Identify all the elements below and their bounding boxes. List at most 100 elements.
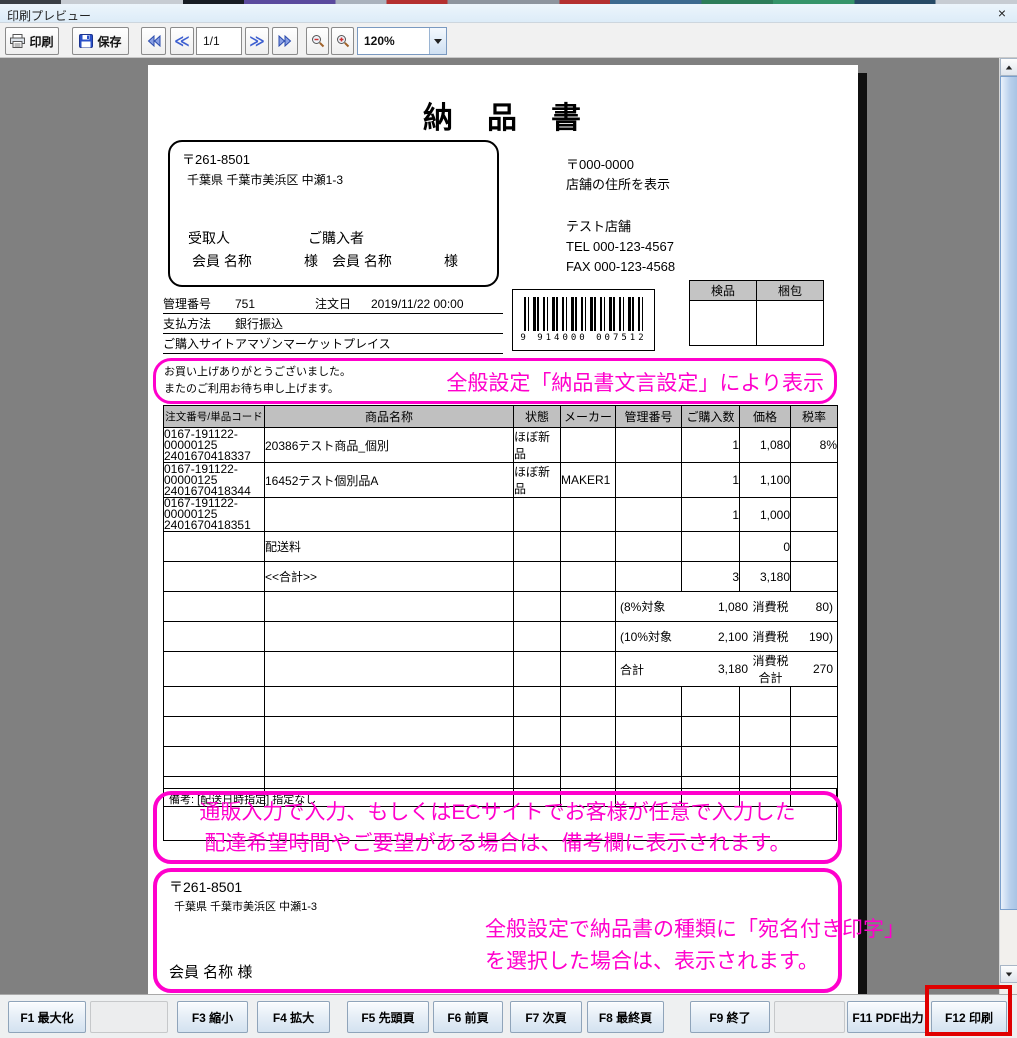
order-info-row: ご購入サイト アマゾンマーケットプレイス xyxy=(163,334,503,354)
footer-address: 千葉県 千葉市美浜区 中瀬1-3 xyxy=(174,898,317,914)
scrollbar-down-button[interactable] xyxy=(1000,965,1017,983)
items-table-row: (10%対象2,100消費税190) xyxy=(164,622,838,652)
zoom-dropdown-button[interactable] xyxy=(429,28,446,54)
zoom-in-button[interactable] xyxy=(331,27,354,55)
cell-price xyxy=(740,747,791,777)
items-table: 注文番号/単品コード商品名称状態メーカー管理番号ご購入数価格税率 0167-19… xyxy=(163,405,838,807)
last-page-button[interactable] xyxy=(272,27,298,55)
cell-quantity xyxy=(682,687,740,717)
cell-price: 1,000 xyxy=(740,498,791,532)
floppy-disk-icon xyxy=(79,34,93,48)
fkey-button-f9[interactable]: F9 終了 xyxy=(690,1001,770,1033)
cell-order-code: 0167-191122-00000125 2401670418344 xyxy=(164,463,265,498)
cell-product-name: <<合計>> xyxy=(265,562,514,592)
sum-taxamount: 190) xyxy=(793,630,837,644)
scrollbar-thumb[interactable] xyxy=(1000,76,1017,910)
cell-maker xyxy=(561,622,616,652)
purchase-site-label: ご購入サイト xyxy=(163,335,235,352)
cell-state xyxy=(514,562,561,592)
zoom-in-icon xyxy=(336,34,350,48)
next-page-button[interactable]: ≫ xyxy=(245,27,269,55)
fkey-button-f8[interactable]: F8 最終頁 xyxy=(587,1001,664,1033)
remarks-annotation-line1: 通販入力で入力、もしくはECサイトでお客様が任意で入力した xyxy=(157,797,838,828)
sum-label: 合計 xyxy=(616,661,692,678)
remarks-annotation-box: 通販入力で入力、もしくはECサイトでお客様が任意で入力した 配達希望時間やご要望… xyxy=(153,791,842,864)
cell-tax-rate xyxy=(791,562,838,592)
zoom-level-value: 120% xyxy=(358,34,429,48)
cell-maker xyxy=(561,592,616,622)
cell-state xyxy=(514,592,561,622)
mgmt-number-value: 751 xyxy=(235,297,315,311)
cell-order-code xyxy=(164,562,265,592)
items-column-header: 商品名称 xyxy=(265,406,514,428)
cell-quantity xyxy=(682,717,740,747)
cell-order-code xyxy=(164,687,265,717)
page-indicator-input[interactable] xyxy=(196,27,242,55)
cell-product-name xyxy=(265,717,514,747)
cell-maker xyxy=(561,498,616,532)
save-button[interactable]: 保存 xyxy=(72,27,129,55)
zoom-level-combobox[interactable]: 120% xyxy=(357,27,447,55)
cell-tax-rate xyxy=(791,463,838,498)
fkey-button-f5[interactable]: F5 先頭頁 xyxy=(347,1001,429,1033)
items-table-row: 配送料 0 xyxy=(164,532,838,562)
thanks-message-line1: お買い上げありがとうございました。 xyxy=(164,364,351,381)
zoom-out-button[interactable] xyxy=(306,27,329,55)
cell-product-name: 20386テスト商品_個別 xyxy=(265,428,514,463)
fkey-button-f1[interactable]: F1 最大化 xyxy=(8,1001,86,1033)
cell-state xyxy=(514,747,561,777)
cell-maker xyxy=(561,687,616,717)
cell-price: 0 xyxy=(740,532,791,562)
cell-product-name xyxy=(265,498,514,532)
vertical-scrollbar[interactable] xyxy=(999,58,1017,994)
first-page-button[interactable] xyxy=(141,27,166,55)
fkey-button-f11[interactable]: F11 PDF出力 xyxy=(847,1001,929,1033)
cell-tax-rate xyxy=(791,532,838,562)
print-button-label: 印刷 xyxy=(29,33,53,50)
footer-member-name: 会員 名称 様 xyxy=(169,961,252,982)
store-tel: TEL 000-123-4567 xyxy=(566,237,675,257)
sum-taxlabel: 消費税 xyxy=(748,598,793,615)
first-page-icon xyxy=(147,35,161,47)
store-fax: FAX 000-123-4568 xyxy=(566,257,675,277)
sum-label: (10%対象 xyxy=(616,628,692,645)
prev-page-button[interactable]: ≪ xyxy=(170,27,194,55)
order-date-label: 注文日 xyxy=(315,295,371,312)
cell-price: 3,180 xyxy=(740,562,791,592)
window-title: 印刷プレビュー xyxy=(7,7,91,24)
cell-state xyxy=(514,652,561,687)
cell-order-code: 0167-191122-00000125 2401670418351 xyxy=(164,498,265,532)
sum-taxlabel: 消費税 xyxy=(748,628,793,645)
cell-product-name xyxy=(265,622,514,652)
print-button[interactable]: 印刷 xyxy=(5,27,59,55)
items-table-row xyxy=(164,687,838,717)
recipient-address: 千葉県 千葉市美浜区 中瀬1-3 xyxy=(187,171,343,188)
cell-mgmt-number xyxy=(616,532,682,562)
scrollbar-up-button[interactable] xyxy=(1000,58,1017,76)
cell-price xyxy=(740,717,791,747)
remarks-annotation-line2: 配達希望時間やご要望がある場合は、備考欄に表示されます。 xyxy=(157,828,838,859)
cell-product-name xyxy=(265,592,514,622)
close-icon[interactable]: × xyxy=(993,5,1011,22)
store-address-note: 店舗の住所を表示 xyxy=(566,175,670,195)
packing-cell xyxy=(757,301,824,346)
cell-maker xyxy=(561,747,616,777)
cell-state: ほぼ新品 xyxy=(514,428,561,463)
cell-state xyxy=(514,532,561,562)
fkey-button-f4[interactable]: F4 拡大 xyxy=(257,1001,330,1033)
sum-amount: 1,080 xyxy=(692,600,748,614)
cell-maker xyxy=(561,428,616,463)
cell-tax-rate: 8% xyxy=(791,428,838,463)
sum-taxamount: 80) xyxy=(793,600,837,614)
message-annotation-box: お買い上げありがとうございました。 またのご利用お待ち申し上げます。 全般設定「… xyxy=(153,358,837,404)
fkey-button-f7[interactable]: F7 次頁 xyxy=(510,1001,582,1033)
items-column-header: メーカー xyxy=(561,406,616,428)
payment-method-value: 銀行振込 xyxy=(235,315,503,332)
cell-mgmt-number xyxy=(616,747,682,777)
last-page-icon xyxy=(278,35,292,47)
fkey-button-f3[interactable]: F3 縮小 xyxy=(177,1001,248,1033)
cell-product-name: 配送料 xyxy=(265,532,514,562)
items-column-header: 状態 xyxy=(514,406,561,428)
fkey-button-f6[interactable]: F6 前頁 xyxy=(433,1001,503,1033)
sum-amount: 3,180 xyxy=(692,662,748,676)
